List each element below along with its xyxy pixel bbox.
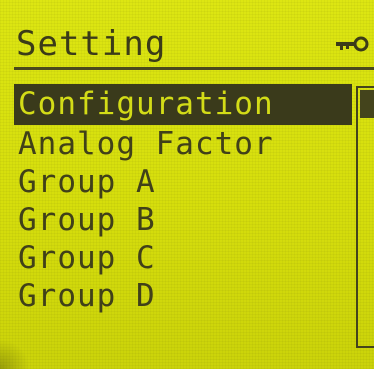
menu-item-group-d[interactable]: Group D (14, 277, 354, 315)
menu-item-group-b[interactable]: Group B (14, 201, 354, 239)
menu-item-configuration[interactable]: Configuration (14, 84, 352, 125)
menu-item-label: Configuration (18, 86, 274, 122)
lcd-screen: Setting Configuration Analog Factor Grou… (0, 0, 374, 369)
page-title: Setting (16, 24, 167, 64)
menu-item-group-c[interactable]: Group C (14, 239, 354, 277)
menu-item-label: Group D (18, 278, 156, 314)
menu-item-analog-factor[interactable]: Analog Factor (14, 125, 354, 163)
settings-menu: Configuration Analog Factor Group A Grou… (14, 84, 354, 315)
menu-item-label: Group C (18, 240, 156, 276)
header-bar: Setting (0, 18, 374, 70)
scrollbar-thumb[interactable] (360, 90, 374, 118)
menu-item-label: Analog Factor (18, 126, 274, 162)
key-icon (334, 36, 370, 52)
menu-item-label: Group A (18, 164, 156, 200)
menu-scrollbar[interactable] (356, 86, 374, 348)
header-divider (14, 67, 374, 70)
menu-item-group-a[interactable]: Group A (14, 163, 354, 201)
menu-item-label: Group B (18, 202, 156, 238)
